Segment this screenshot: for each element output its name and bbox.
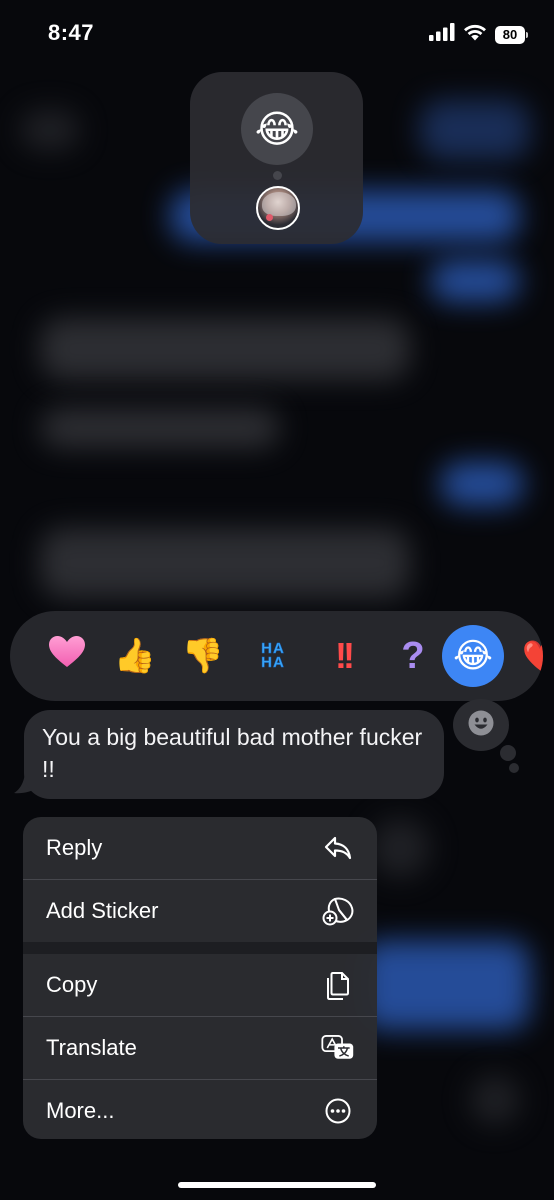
smiley-face-icon bbox=[467, 709, 495, 742]
tapback-haha[interactable]: HA HA bbox=[242, 625, 304, 687]
tapback-question[interactable]: ? bbox=[382, 625, 444, 687]
blurred-bubble bbox=[40, 528, 410, 598]
tears-of-joy-reaction-icon: 😂 bbox=[241, 93, 313, 165]
tapback-heart[interactable] bbox=[36, 625, 98, 687]
menu-item-label: Reply bbox=[46, 835, 103, 860]
menu-item-label: Add Sticker bbox=[46, 898, 159, 923]
menu-item-translate[interactable]: Translate bbox=[23, 1017, 377, 1079]
blurred-avatar bbox=[20, 110, 80, 150]
blurred-bubble bbox=[40, 408, 280, 448]
blurred-bubble bbox=[440, 462, 524, 506]
message-text: You a big beautiful bad mother fucker !! bbox=[42, 724, 423, 782]
tapback-laugh[interactable]: 😂 bbox=[442, 625, 504, 687]
menu-item-label: Translate bbox=[46, 1035, 137, 1060]
add-reaction-button[interactable] bbox=[453, 699, 519, 773]
haha-icon: HA HA bbox=[261, 640, 285, 671]
blurred-bubble bbox=[420, 100, 530, 160]
reaction-detail-card: 😂 bbox=[190, 72, 363, 244]
add-sticker-icon bbox=[321, 894, 355, 928]
menu-item-reply[interactable]: Reply bbox=[23, 817, 377, 879]
menu-item-copy[interactable]: Copy bbox=[23, 954, 377, 1016]
reply-arrow-icon bbox=[321, 831, 355, 865]
blurred-bubble bbox=[360, 940, 530, 1030]
menu-item-label: Copy bbox=[46, 972, 98, 997]
contact-avatar[interactable] bbox=[256, 186, 300, 230]
menu-group-separator bbox=[23, 942, 377, 954]
home-indicator[interactable] bbox=[178, 1182, 376, 1188]
tapback-emphasize[interactable]: !! bbox=[312, 625, 374, 687]
blurred-avatar bbox=[370, 818, 430, 878]
tapback-partial[interactable]: ❤️ bbox=[510, 625, 543, 687]
copy-icon bbox=[321, 968, 355, 1002]
battery-level: 80 bbox=[495, 25, 525, 44]
double-exclamation-icon: !! bbox=[335, 635, 355, 676]
battery-icon: 80 bbox=[495, 25, 528, 44]
blurred-bubble bbox=[430, 260, 520, 302]
tapback-bar: 👍 👎 HA HA !! ? 😂 ❤️ bbox=[10, 611, 543, 701]
more-ellipsis-icon bbox=[321, 1094, 355, 1128]
question-mark-icon: ? bbox=[401, 634, 425, 677]
menu-item-label: More... bbox=[46, 1098, 115, 1123]
message-bubble[interactable]: You a big beautiful bad mother fucker !! bbox=[24, 710, 444, 799]
wifi-icon bbox=[463, 23, 487, 46]
status-icons: 80 bbox=[429, 23, 528, 46]
menu-item-add-sticker[interactable]: Add Sticker bbox=[23, 880, 377, 942]
heart-icon bbox=[48, 635, 86, 678]
tapback-thumbs-up[interactable]: 👍 bbox=[104, 625, 166, 687]
thumbs-down-icon: 👎 bbox=[181, 637, 225, 675]
thumbs-up-icon: 👍 bbox=[113, 637, 157, 675]
translate-icon bbox=[321, 1031, 355, 1065]
status-time: 8:47 bbox=[48, 20, 95, 45]
menu-item-more[interactable]: More... bbox=[23, 1080, 377, 1139]
heart-partial-icon: ❤️ bbox=[522, 639, 543, 673]
status-bar: 8:47 80 bbox=[0, 0, 554, 70]
tapback-thumbs-down[interactable]: 👎 bbox=[172, 625, 234, 687]
reaction-tail-dot bbox=[273, 171, 282, 180]
blurred-bubble bbox=[40, 318, 410, 380]
tears-of-joy-icon: 😂 bbox=[453, 637, 493, 675]
blurred-avatar bbox=[470, 1075, 520, 1125]
cellular-signal-icon bbox=[429, 23, 455, 46]
message-context-menu: Reply Add Sticker Copy Translate More... bbox=[23, 817, 377, 1139]
